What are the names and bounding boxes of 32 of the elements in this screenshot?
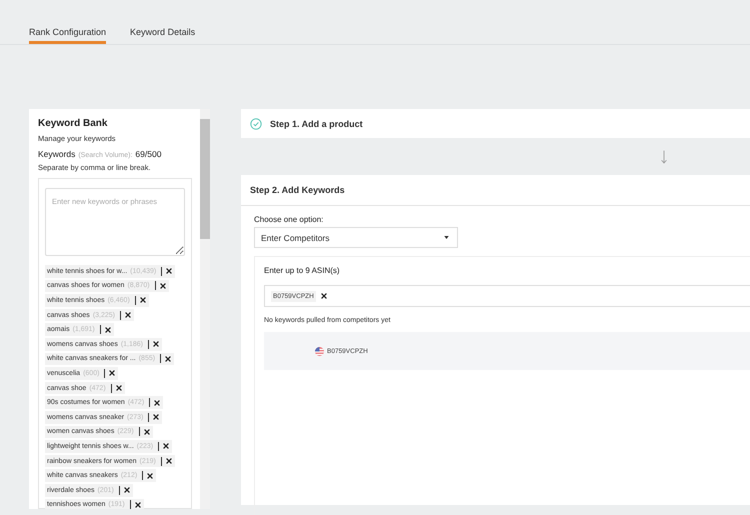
remove-icon[interactable] <box>162 442 170 450</box>
remove-icon[interactable] <box>152 340 160 348</box>
panel-title: Keyword Bank <box>38 118 108 129</box>
remove-icon[interactable] <box>164 354 172 363</box>
tab[interactable]: Keyword Details <box>130 26 196 44</box>
remove-icon[interactable] <box>142 428 151 436</box>
remove-icon[interactable] <box>138 296 147 304</box>
asin-label: Enter up to 9 ASIN(s) <box>264 266 341 275</box>
remove-icon[interactable] <box>153 398 162 407</box>
remove-icon[interactable] <box>104 326 112 334</box>
remove-icon[interactable] <box>108 369 116 378</box>
remove-icon[interactable] <box>134 500 142 509</box>
remove-icon[interactable] <box>158 282 167 290</box>
keyword-count: 69/500 <box>135 149 162 159</box>
remove-icon[interactable] <box>124 311 132 320</box>
remove-icon[interactable] <box>122 486 131 494</box>
remove-icon[interactable] <box>152 413 160 422</box>
flag-icon <box>315 346 324 356</box>
remove-icon[interactable] <box>320 292 328 300</box>
remove-icon[interactable] <box>164 457 173 466</box>
scrollbar[interactable] <box>200 109 210 509</box>
caret-icon <box>444 236 449 239</box>
option-label: Choose one option: <box>254 215 324 224</box>
tab[interactable]: Rank Configuration <box>29 26 106 44</box>
remove-icon[interactable] <box>165 267 174 276</box>
step-title: Step 1. Add a product <box>270 118 363 128</box>
remove-icon[interactable] <box>114 384 123 392</box>
keywords-label: Keywords <box>38 149 76 159</box>
down-arrow-icon <box>660 148 668 164</box>
step-title: Step 2. Add Keywords <box>250 185 345 195</box>
option-dropdown[interactable]: Enter Competitors <box>254 227 458 248</box>
remove-icon[interactable] <box>146 472 154 480</box>
